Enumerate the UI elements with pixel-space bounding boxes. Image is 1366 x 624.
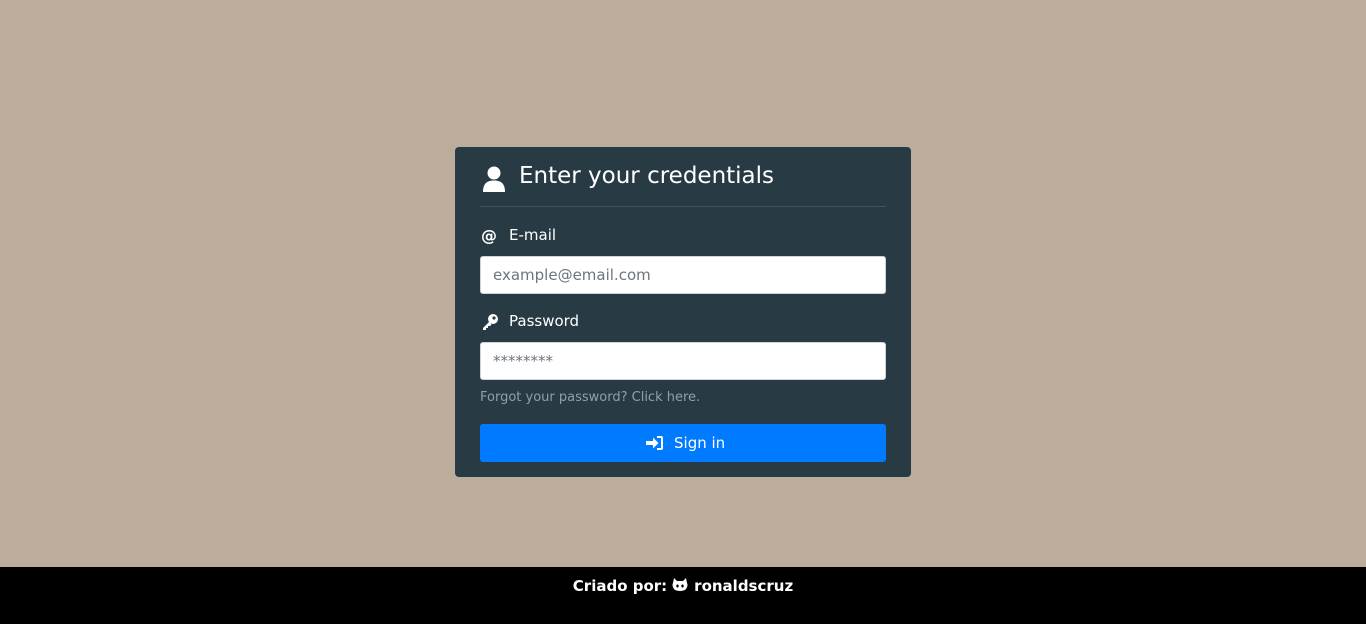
password-label-text: Password: [509, 312, 580, 330]
email-label-text: E-mail: [509, 226, 557, 244]
email-input[interactable]: [480, 256, 886, 294]
user-icon: [483, 166, 505, 192]
forgot-password-link[interactable]: Forgot your password? Click here.: [480, 388, 700, 408]
github-icon: [672, 578, 688, 591]
login-card: Enter your credentials @ E-mail Password…: [455, 147, 911, 477]
login-card-header: Enter your credentials: [480, 147, 886, 207]
footer-credit: Criado por: ronaldscruz: [0, 576, 1366, 596]
password-input[interactable]: [480, 342, 886, 380]
footer: Criado por: ronaldscruz: [0, 567, 1366, 624]
page-title: Enter your credentials: [519, 163, 775, 189]
password-label: Password: [480, 310, 780, 332]
sign-in-icon: [646, 436, 663, 450]
at-icon: @: [481, 226, 497, 245]
footer-prefix: Criado por:: [572, 577, 668, 595]
sign-in-label: Sign in: [674, 434, 726, 452]
author-link[interactable]: ronaldscruz: [694, 577, 793, 595]
email-label: @ E-mail: [480, 224, 780, 246]
sign-in-button[interactable]: Sign in: [480, 424, 886, 462]
key-icon: [483, 314, 498, 330]
